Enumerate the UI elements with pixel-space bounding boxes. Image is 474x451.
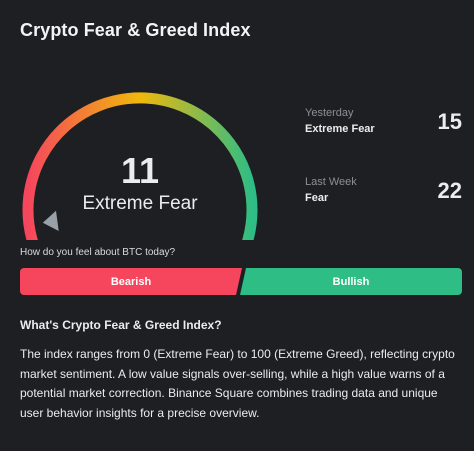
info-description: The index ranges from 0 (Extreme Fear) t… bbox=[20, 347, 455, 420]
stat-yesterday-value: 15 bbox=[437, 109, 462, 134]
info-heading: What's Crypto Fear & Greed Index? bbox=[20, 318, 222, 332]
bearish-button[interactable]: Bearish bbox=[20, 268, 242, 295]
gauge-classification: Extreme Fear bbox=[82, 193, 198, 214]
stat-yesterday-classification: Extreme Fear bbox=[305, 123, 375, 135]
stat-last-week-label: Last Week bbox=[305, 176, 357, 188]
stat-yesterday-label: Yesterday bbox=[305, 107, 354, 119]
stat-last-week-value: 22 bbox=[437, 178, 462, 203]
sentiment-question: How do you feel about BTC today? bbox=[20, 247, 176, 258]
gauge-value: 11 bbox=[120, 150, 160, 191]
stat-last-week-classification: Fear bbox=[305, 192, 329, 204]
bullish-button[interactable]: Bullish bbox=[240, 268, 462, 295]
fear-greed-card: Crypto Fear & Greed Index 11 Extreme Fea… bbox=[0, 0, 474, 451]
